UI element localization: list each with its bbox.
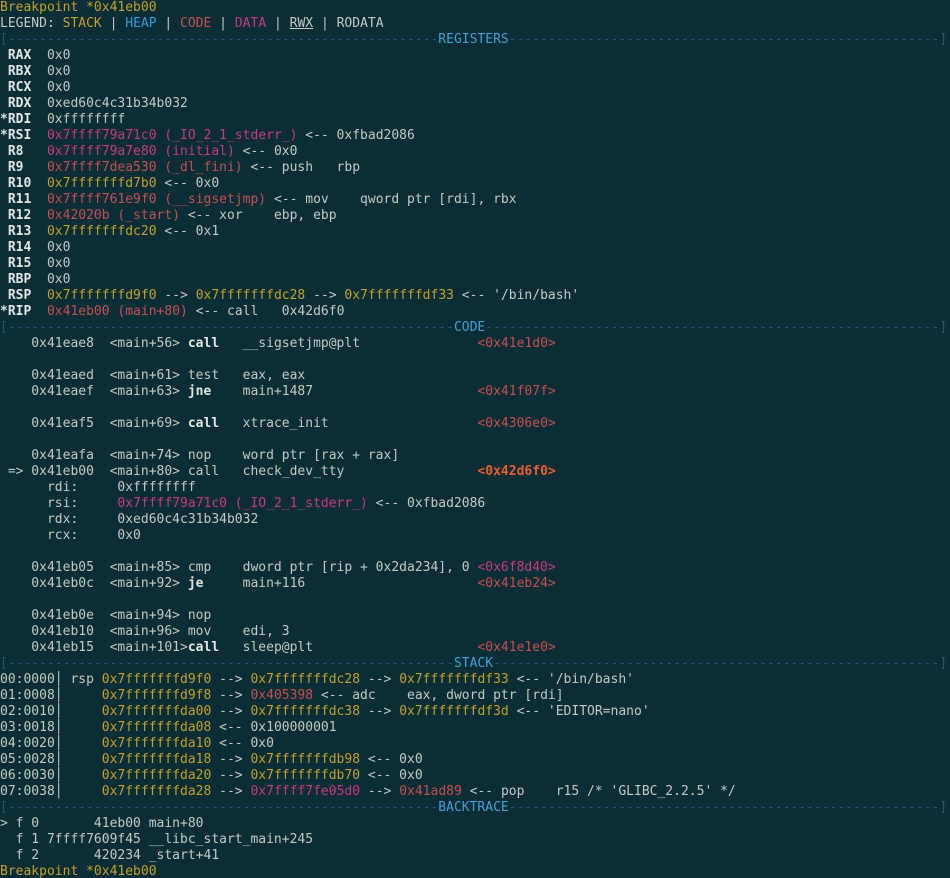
terminal-line: R11 0x7ffff761e9f0 (__sigsetjmp) <-- mov… (0, 192, 950, 208)
terminal-line: RCX 0x0 (0, 80, 950, 96)
terminal-line: RBP 0x0 (0, 272, 950, 288)
terminal-line: 0x41eaf5 <main+69> call xtrace_init <0x4… (0, 416, 950, 432)
terminal-line: *RDI 0xffffffff (0, 112, 950, 128)
section-header-stack: [---------------------------------------… (0, 656, 950, 672)
terminal-line: 0x41eb0e <main+94> nop (0, 608, 950, 624)
terminal-line: *RSI 0x7ffff79a71c0 (_IO_2_1_stderr_) <-… (0, 128, 950, 144)
terminal-line: 0x41eaed <main+61> test eax, eax (0, 368, 950, 384)
terminal-line: *RIP 0x41eb00 (main+80) <-- call 0x42d6f… (0, 304, 950, 320)
terminal-line: LEGEND: STACK | HEAP | CODE | DATA | RWX… (0, 16, 950, 32)
terminal-line (0, 352, 950, 368)
terminal-line: 02:0010│ 0x7fffffffda00 --> 0x7fffffffdc… (0, 704, 950, 720)
terminal-line: 0x41eae8 <main+56> call __sigsetjmp@plt … (0, 336, 950, 352)
terminal-line: 00:0000│ rsp 0x7fffffffd9f0 --> 0x7fffff… (0, 672, 950, 688)
terminal-line: RSP 0x7fffffffd9f0 --> 0x7fffffffdc28 --… (0, 288, 950, 304)
terminal-line: 07:0038│ 0x7fffffffda28 --> 0x7ffff7fe05… (0, 784, 950, 800)
terminal-line (0, 544, 950, 560)
terminal-line: R8 0x7ffff79a7e80 (initial) <-- 0x0 (0, 144, 950, 160)
terminal-line: R15 0x0 (0, 256, 950, 272)
terminal-line: Breakpoint *0x41eb00 (0, 864, 950, 878)
terminal-line: 0x41eaef <main+63> jne main+1487 <0x41f0… (0, 384, 950, 400)
terminal-line: RBX 0x0 (0, 64, 950, 80)
terminal-line (0, 592, 950, 608)
terminal-line: 0x41eb10 <main+96> mov edi, 3 (0, 624, 950, 640)
terminal-line: rsi: 0x7ffff79a71c0 (_IO_2_1_stderr_) <-… (0, 496, 950, 512)
terminal-line (0, 400, 950, 416)
terminal: Breakpoint *0x41eb00LEGEND: STACK | HEAP… (0, 0, 950, 878)
terminal-line: R13 0x7fffffffdc20 <-- 0x1 (0, 224, 950, 240)
terminal-line: 05:0028│ 0x7fffffffda18 --> 0x7fffffffdb… (0, 752, 950, 768)
terminal-line: 0x41eb05 <main+85> cmp dword ptr [rip + … (0, 560, 950, 576)
section-registers: [---------------------------------------… (0, 32, 950, 320)
terminal-line: 0x41eb15 <main+101>call sleep@plt <0x41e… (0, 640, 950, 656)
section-header-code: [---------------------------------------… (0, 320, 950, 336)
section-stack: [---------------------------------------… (0, 656, 950, 800)
section-header-registers: [---------------------------------------… (0, 32, 950, 48)
terminal-line: 0x41eafa <main+74> nop word ptr [rax + r… (0, 448, 950, 464)
terminal-line: R9 0x7ffff7dea530 (_dl_fini) <-- push rb… (0, 160, 950, 176)
terminal-line: 0x41eb0c <main+92> je main+116 <0x41eb24… (0, 576, 950, 592)
terminal-line: RDX 0xed60c4c31b34b032 (0, 96, 950, 112)
terminal-line (0, 432, 950, 448)
section-header-backtrace: [---------------------------------------… (0, 800, 950, 816)
terminal-line: 01:0008│ 0x7fffffffd9f8 --> 0x405398 <--… (0, 688, 950, 704)
terminal-line: R12 0x42020b (_start) <-- xor ebp, ebp (0, 208, 950, 224)
section-code: [---------------------------------------… (0, 320, 950, 656)
terminal-line: Breakpoint *0x41eb00 (0, 0, 950, 16)
terminal-line: f 1 7ffff7609f45 __libc_start_main+245 (0, 832, 950, 848)
terminal-line: 04:0020│ 0x7fffffffda10 <-- 0x0 (0, 736, 950, 752)
terminal-line: => 0x41eb00 <main+80> call check_dev_tty… (0, 464, 950, 480)
terminal-line: > f 0 41eb00 main+80 (0, 816, 950, 832)
terminal-line: f 2 420234 _start+41 (0, 848, 950, 864)
terminal-line: 06:0030│ 0x7fffffffda20 --> 0x7fffffffdb… (0, 768, 950, 784)
section-backtrace: [---------------------------------------… (0, 800, 950, 864)
terminal-line: R14 0x0 (0, 240, 950, 256)
terminal-line: R10 0x7fffffffd7b0 <-- 0x0 (0, 176, 950, 192)
terminal-line: rcx: 0x0 (0, 528, 950, 544)
terminal-line: rdi: 0xffffffff (0, 480, 950, 496)
terminal-line: rdx: 0xed60c4c31b34b032 (0, 512, 950, 528)
terminal-line: 03:0018│ 0x7fffffffda08 <-- 0x100000001 (0, 720, 950, 736)
terminal-line: RAX 0x0 (0, 48, 950, 64)
